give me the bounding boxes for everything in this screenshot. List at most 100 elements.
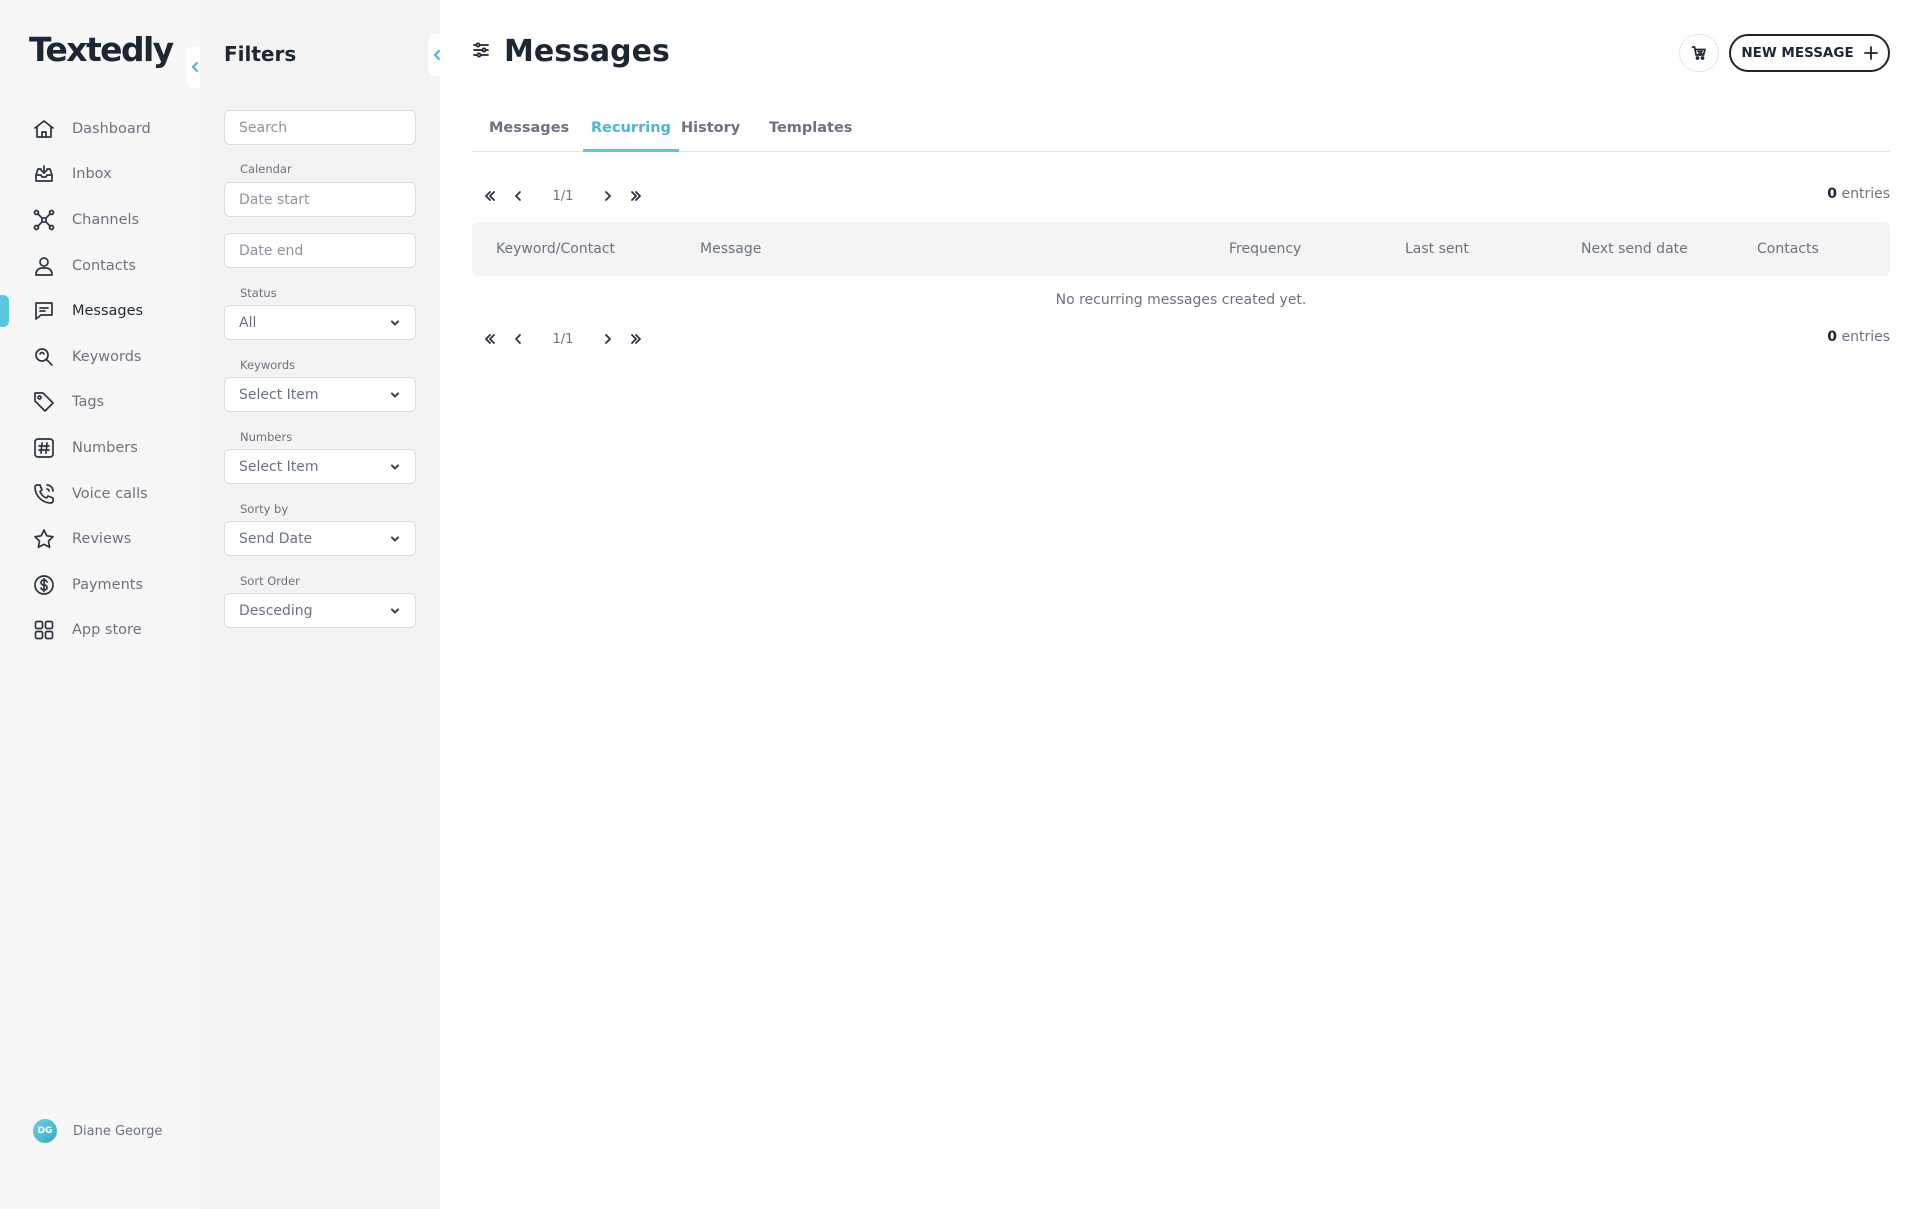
sidebar-item-label: Contacts — [72, 257, 136, 274]
empty-state-message: No recurring messages created yet. — [1055, 292, 1307, 308]
tab-recurring[interactable]: Recurring — [583, 114, 679, 152]
tab-templates[interactable]: Templates — [761, 114, 860, 152]
sidebar-item-label: Tags — [72, 394, 105, 411]
last-page-button[interactable] — [626, 186, 646, 206]
column-message[interactable]: Message — [700, 222, 761, 276]
last-page-button[interactable] — [626, 329, 646, 349]
entries-count: 0 entries — [1827, 186, 1890, 202]
hash-icon — [32, 436, 56, 460]
page-indicator: 1/1 — [552, 188, 574, 204]
inbox-icon — [32, 162, 56, 186]
sidebar-item-label: Dashboard — [72, 120, 151, 137]
chevron-down-icon — [391, 608, 399, 613]
home-icon — [32, 117, 56, 141]
sidebar: Textedly Dashboard Inbox Channels Contac… — [0, 0, 200, 1209]
main-content: Messages NEW MESSAGE Messages Recurring … — [440, 0, 1920, 1209]
column-next-send-date[interactable]: Next send date — [1581, 222, 1688, 276]
column-contacts[interactable]: Contacts — [1757, 222, 1819, 276]
cart-button[interactable] — [1679, 34, 1719, 72]
new-message-label: NEW MESSAGE — [1741, 45, 1854, 61]
sidebar-item-dashboard[interactable]: Dashboard — [0, 106, 200, 152]
message-icon — [32, 299, 56, 323]
next-page-button[interactable] — [598, 186, 618, 206]
chevron-down-icon — [391, 536, 399, 541]
sidebar-item-app-store[interactable]: App store — [0, 608, 200, 654]
entries-number: 0 — [1827, 329, 1838, 345]
filter-settings-icon[interactable] — [472, 41, 490, 63]
first-page-button[interactable] — [480, 186, 500, 206]
sort-order-label: Sort Order — [240, 574, 300, 588]
numbers-label: Numbers — [240, 430, 293, 444]
sort-by-select-value: Send Date — [239, 530, 313, 547]
sidebar-item-label: Inbox — [72, 166, 112, 183]
keywords-select[interactable]: Select Item — [224, 377, 416, 412]
sidebar-nav: Dashboard Inbox Channels Contacts Messag… — [0, 106, 200, 653]
sidebar-item-inbox[interactable]: Inbox — [0, 152, 200, 198]
sort-order-select[interactable]: Desceding — [224, 593, 416, 628]
sort-by-label: Sorty by — [240, 502, 289, 516]
new-message-button[interactable]: NEW MESSAGE — [1729, 34, 1890, 72]
status-label: Status — [240, 286, 277, 300]
tag-icon — [32, 390, 56, 414]
date-start-input[interactable]: Date start — [224, 182, 416, 217]
grid-icon — [32, 618, 56, 642]
chevron-down-icon — [391, 464, 399, 469]
prev-page-button[interactable] — [508, 329, 528, 349]
numbers-select[interactable]: Select Item — [224, 449, 416, 484]
sidebar-item-tags[interactable]: Tags — [0, 380, 200, 426]
sidebar-item-label: Voice calls — [72, 485, 148, 502]
sidebar-item-channels[interactable]: Channels — [0, 197, 200, 243]
pagination-bottom: 1/1 — [480, 329, 646, 349]
filters-title: Filters — [224, 42, 297, 66]
cart-icon — [1691, 46, 1706, 60]
sort-order-select-value: Desceding — [239, 602, 313, 619]
channels-icon — [32, 208, 56, 232]
prev-page-button[interactable] — [508, 186, 528, 206]
sidebar-item-label: Keywords — [72, 348, 142, 365]
sidebar-item-contacts[interactable]: Contacts — [0, 243, 200, 289]
sidebar-item-label: Numbers — [72, 439, 138, 456]
sidebar-item-messages[interactable]: Messages — [0, 288, 200, 334]
page-header: Messages — [472, 34, 670, 69]
tabs: Messages Recurring History Templates — [472, 114, 1890, 152]
keywords-select-value: Select Item — [239, 386, 319, 403]
page-indicator: 1/1 — [552, 331, 574, 347]
page-title: Messages — [504, 34, 670, 69]
pagination-top: 1/1 — [480, 186, 646, 206]
status-select[interactable]: All — [224, 305, 416, 340]
column-frequency[interactable]: Frequency — [1229, 222, 1301, 276]
filters-panel: Filters Search Calendar Date start Date … — [200, 0, 440, 1209]
sort-by-select[interactable]: Send Date — [224, 521, 416, 556]
tab-history[interactable]: History — [673, 114, 748, 152]
first-page-button[interactable] — [480, 329, 500, 349]
plus-icon — [1863, 46, 1878, 60]
textedly-logo[interactable]: Textedly — [29, 30, 174, 69]
user-profile[interactable]: DG Diane George — [33, 1119, 162, 1143]
column-keyword-contact[interactable]: Keyword/Contact — [496, 222, 615, 276]
star-icon — [32, 527, 56, 551]
phone-icon — [32, 482, 56, 506]
entries-count: 0 entries — [1827, 329, 1890, 345]
sidebar-item-label: Messages — [72, 303, 144, 320]
status-select-value: All — [239, 314, 257, 331]
date-end-input[interactable]: Date end — [224, 233, 416, 268]
sidebar-item-numbers[interactable]: Numbers — [0, 425, 200, 471]
filter-search-input[interactable]: Search — [224, 110, 416, 145]
next-page-button[interactable] — [598, 329, 618, 349]
keywords-label: Keywords — [240, 358, 296, 372]
sidebar-item-payments[interactable]: Payments — [0, 562, 200, 608]
chevron-down-icon — [391, 320, 399, 325]
entries-label: entries — [1841, 329, 1890, 345]
chevron-down-icon — [391, 392, 399, 397]
sidebar-item-label: Reviews — [72, 531, 132, 548]
tab-messages[interactable]: Messages — [481, 114, 577, 152]
entries-label: entries — [1841, 186, 1890, 202]
sidebar-item-label: App store — [72, 622, 142, 639]
user-icon — [32, 254, 56, 278]
column-last-sent[interactable]: Last sent — [1405, 222, 1469, 276]
sidebar-item-reviews[interactable]: Reviews — [0, 516, 200, 562]
sidebar-item-voice-calls[interactable]: Voice calls — [0, 471, 200, 517]
sidebar-item-keywords[interactable]: Keywords — [0, 334, 200, 380]
entries-number: 0 — [1827, 186, 1838, 202]
numbers-select-value: Select Item — [239, 458, 319, 475]
